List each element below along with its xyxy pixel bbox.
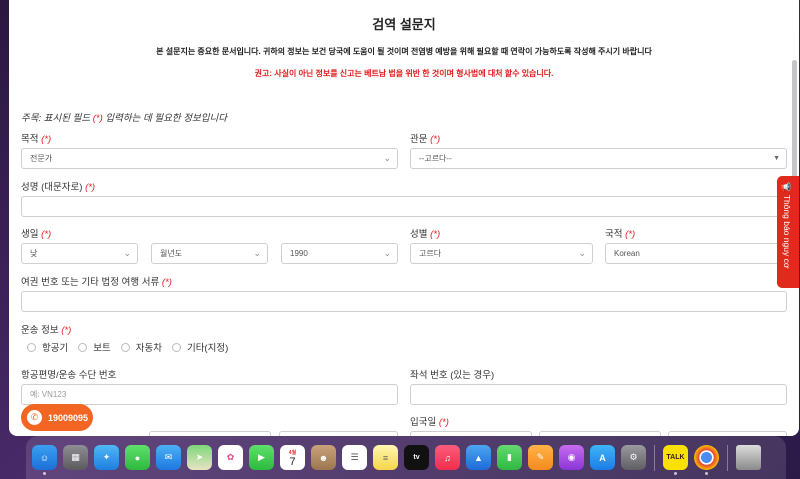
numbers-icon[interactable]: ▮	[497, 445, 522, 470]
radio-button[interactable]	[27, 342, 36, 352]
keynote-icon[interactable]: ▲	[466, 445, 491, 470]
chrome-icon[interactable]	[694, 445, 719, 475]
transport-option-plane[interactable]: 항공기	[27, 340, 68, 354]
flight-input[interactable]: 예: VN123	[21, 384, 398, 405]
birth-month-select[interactable]: 월년도 ⌄	[151, 243, 268, 264]
flight-label: 항공편명/운송 수단 번호	[21, 370, 117, 381]
risk-report-tab[interactable]: 📢 Thông báo nguy cơ	[777, 176, 799, 288]
nationality-label: 국적 (*)	[605, 229, 636, 240]
dock-separator	[654, 444, 655, 471]
passport-input[interactable]	[21, 291, 787, 312]
messages-icon[interactable]: ●	[125, 445, 150, 470]
radio-button[interactable]	[120, 342, 130, 352]
safari-icon[interactable]: ✦	[94, 445, 119, 470]
birth-year-select[interactable]: 1990 ⌄	[281, 243, 398, 264]
phone-icon: ✆	[27, 410, 42, 425]
chevron-down-icon: ⌄	[578, 248, 586, 258]
seat-label: 좌석 번호 (있는 경우)	[410, 370, 495, 381]
megaphone-icon: 📢	[782, 182, 792, 193]
mail-icon[interactable]: ✉	[156, 445, 181, 470]
chevron-down-icon: ⌄	[383, 248, 391, 258]
dropdown-arrow-icon: ▼	[773, 155, 780, 162]
passport-label: 여권 번호 또는 기타 법정 여행 서류 (*)	[21, 277, 172, 288]
radio-button[interactable]	[78, 342, 88, 352]
gender-select[interactable]: 고르다 ⌄	[410, 243, 593, 264]
transport-option-car[interactable]: 자동차	[120, 340, 162, 354]
music-icon[interactable]: ♫	[435, 445, 460, 470]
transport-label: 운송 정보 (*)	[21, 325, 72, 336]
required-note: 주목: 표시된 필드 (*) 입력하는 데 필요한 정보입니다	[21, 113, 227, 124]
contacts-icon[interactable]: ☻	[311, 445, 336, 470]
facetime-icon[interactable]: ▶	[249, 445, 274, 470]
transport-option-other[interactable]: 기타(지정)	[171, 340, 228, 354]
nationality-select[interactable]: Korean	[605, 243, 787, 264]
maps-icon[interactable]: ➤	[187, 445, 212, 470]
chevron-down-icon: ⌄	[123, 248, 131, 258]
birth-day-select[interactable]: 낮 ⌄	[21, 243, 138, 264]
notes-icon[interactable]: ≡	[373, 445, 398, 470]
browser-window: 검역 설문지 본 설문지는 중요한 문서입니다. 귀하의 정보는 보건 당국에 …	[9, 0, 799, 436]
reminders-icon[interactable]: ☰	[342, 445, 367, 470]
full-name-label: 성명 (대문자로) (*)	[21, 182, 96, 193]
downloads-stack-icon[interactable]	[736, 445, 761, 470]
gender-label: 성별 (*)	[410, 229, 441, 240]
launchpad-icon[interactable]: ▦	[63, 445, 88, 470]
birth-label: 생일 (*)	[21, 229, 52, 240]
gate-select[interactable]: --고르다-- ▼	[410, 148, 787, 169]
photos-icon[interactable]: ✿	[218, 445, 243, 470]
purpose-label: 목적 (*)	[21, 134, 52, 145]
gate-label: 관문 (*)	[410, 134, 441, 145]
entry-date-label: 입국일 (*)	[410, 417, 449, 428]
form-notice: 본 설문지는 중요한 문서입니다. 귀하의 정보는 보건 당국에 도움이 될 것…	[156, 47, 652, 56]
radio-button[interactable]	[171, 342, 181, 352]
hotline-button[interactable]: ✆ 19009095	[21, 404, 93, 431]
seat-input[interactable]	[410, 384, 787, 405]
system-settings-icon[interactable]: ⚙	[621, 445, 646, 470]
podcasts-icon[interactable]: ◉	[559, 445, 584, 470]
form-title: 검역 설문지	[372, 17, 436, 32]
finder-icon[interactable]: ☺	[32, 445, 57, 475]
form-warning: 권고: 사실이 아닌 정보를 신고는 베트남 법을 위반 한 것이며 형사법에 …	[254, 69, 554, 78]
full-name-input[interactable]	[21, 196, 787, 217]
transport-option-boat[interactable]: 보트	[78, 340, 111, 354]
app-store-icon[interactable]: A	[590, 445, 615, 470]
dock-separator	[727, 444, 728, 471]
purpose-select[interactable]: 전문가 ⌄	[21, 148, 398, 169]
kakaotalk-icon[interactable]: TALK	[663, 445, 688, 475]
transport-radio-group: 항공기 보트 자동차 기타(지정)	[27, 340, 232, 354]
pages-icon[interactable]: ✎	[528, 445, 553, 470]
calendar-icon[interactable]: 4월 7	[280, 445, 305, 470]
chevron-down-icon: ⌄	[253, 248, 261, 258]
dock: ☺ ▦ ✦ ● ✉ ➤ ✿ ▶ 4월 7 ☻ ☰ ≡ tv ♫ ▲ ▮ ✎ ◉ …	[26, 436, 786, 479]
chevron-down-icon: ⌄	[383, 153, 391, 163]
tv-icon[interactable]: tv	[404, 445, 429, 470]
